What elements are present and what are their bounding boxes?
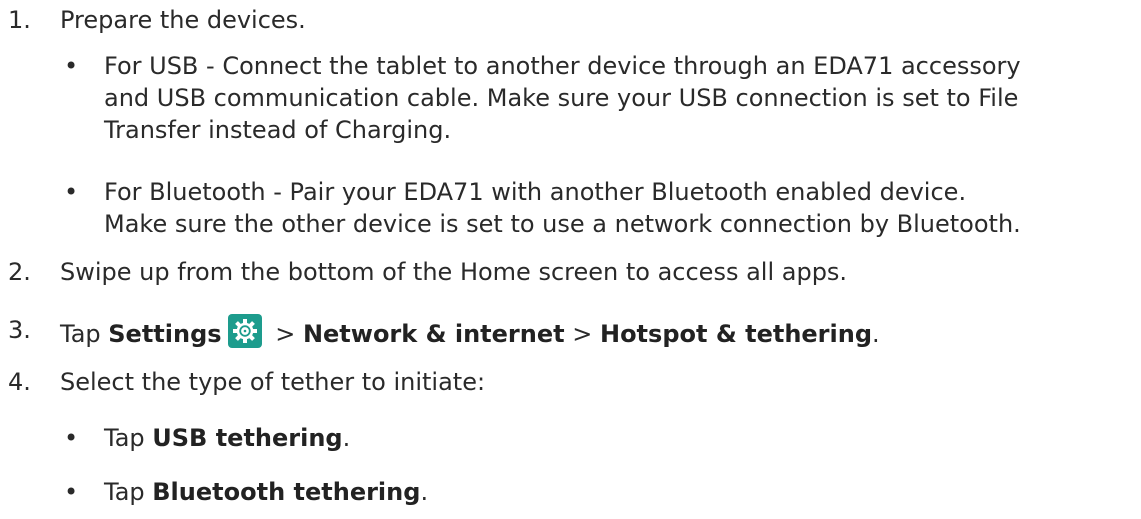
- step-text: Swipe up from the bottom of the Home scr…: [60, 258, 848, 286]
- bullet-line: Transfer instead of Charging.: [104, 116, 452, 144]
- step-number: 2.: [8, 258, 31, 286]
- bullet-glyph: •: [64, 178, 79, 206]
- bullet-line: For USB - Connect the tablet to another …: [104, 52, 1021, 80]
- bullet-glyph: •: [64, 52, 79, 80]
- bullet-line: Tap Bluetooth tethering.: [104, 478, 429, 506]
- step-number: 4.: [8, 368, 31, 396]
- step-text: Prepare the devices.: [60, 6, 306, 34]
- gear-icon: [227, 314, 262, 348]
- instructions-page: 1. Prepare the devices. • For USB - Conn…: [0, 0, 1141, 519]
- step-number: 1.: [8, 6, 31, 34]
- hotspot-tethering-label: Hotspot & tethering: [599, 320, 873, 348]
- network-internet-label: Network & internet: [302, 320, 565, 348]
- bluetooth-tethering-label: Bluetooth tethering: [152, 478, 421, 506]
- bullet-line: For Bluetooth - Pair your EDA71 with ano…: [104, 178, 967, 206]
- usb-tethering-label: USB tethering: [152, 424, 343, 452]
- step-text: Select the type of tether to initiate:: [60, 368, 486, 396]
- bullet-line: Tap USB tethering.: [104, 424, 351, 452]
- bullet-line: and USB communication cable. Make sure y…: [104, 84, 1019, 112]
- step-number: 3.: [8, 316, 31, 344]
- bullet-glyph: •: [64, 424, 79, 452]
- step-text: Tap Settings > Network & internet > Hots…: [60, 314, 880, 350]
- bullet-glyph: •: [64, 478, 79, 506]
- bullet-line: Make sure the other device is set to use…: [104, 210, 1021, 238]
- settings-label: Settings: [108, 320, 222, 348]
